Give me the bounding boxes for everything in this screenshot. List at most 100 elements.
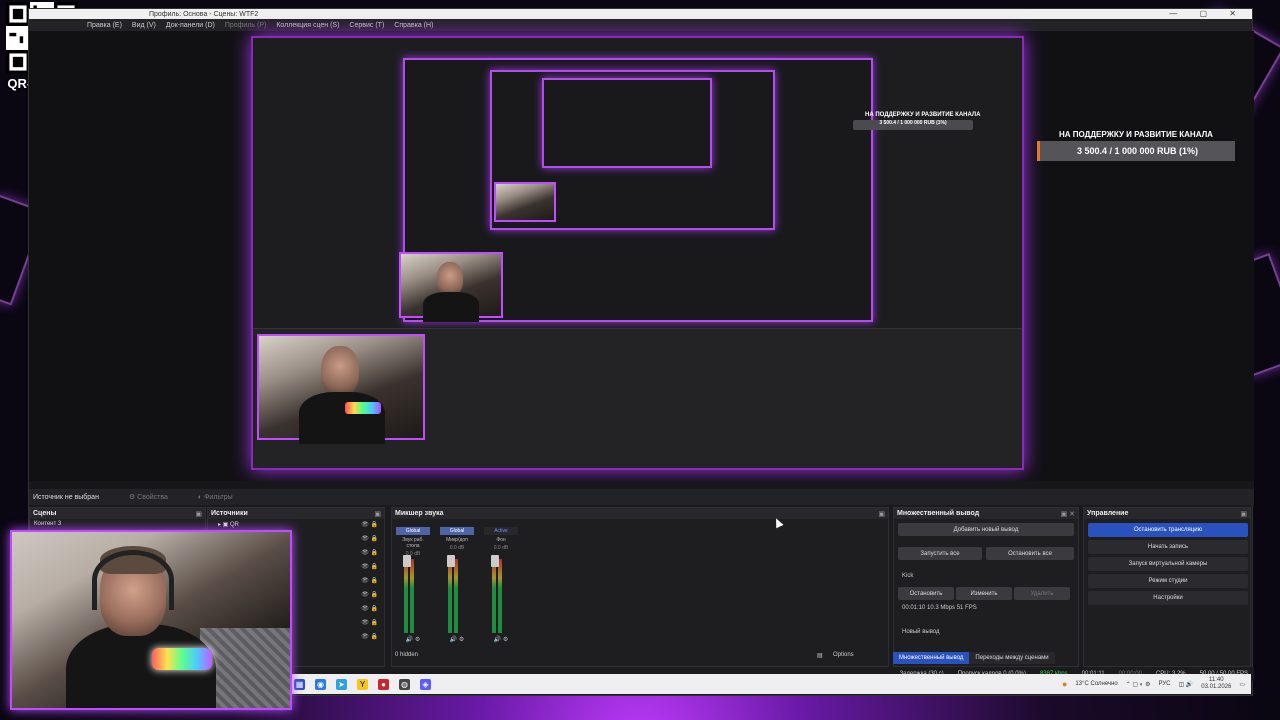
channel-db: 0.0 dB bbox=[405, 551, 421, 557]
menu-view[interactable]: Вид (V) bbox=[132, 22, 156, 29]
controls-title: Управление bbox=[1087, 510, 1129, 517]
hidden-count: 0 hidden bbox=[395, 652, 419, 658]
controls-dock: Управление ▣ Остановить трансляцию Начать… bbox=[1083, 507, 1251, 667]
edit-target-button[interactable]: Изменить bbox=[956, 587, 1012, 600]
preview-goal-progress: 3 500.4 / 1 000 000 RUB (1%) bbox=[1037, 141, 1235, 161]
nested-preview-inner bbox=[490, 70, 775, 230]
properties-button[interactable]: ⚙ Свойства bbox=[129, 493, 168, 501]
tray-sound-icon[interactable]: ◫ 🔊 bbox=[1178, 681, 1193, 688]
scenes-title: Сцены bbox=[33, 510, 57, 517]
new-output-label: Новый вывод bbox=[902, 629, 940, 635]
menu-edit[interactable]: Правка (E) bbox=[87, 22, 122, 29]
stop-all-button[interactable]: Остановить все bbox=[986, 547, 1074, 560]
nested-webcam-large bbox=[399, 252, 503, 322]
dock-settings-icon[interactable]: ▣ bbox=[1240, 510, 1247, 518]
app-icon[interactable]: ◉ bbox=[315, 678, 326, 690]
visibility-lock-icons[interactable]: 👁 🔒 bbox=[361, 619, 378, 626]
mixer-channel: Global Микр/доп 0.0 dB 🔊 ⚙ bbox=[440, 527, 474, 643]
scene-item[interactable]: Контент 3 bbox=[30, 519, 205, 529]
menu-profile[interactable]: Профиль (P) bbox=[225, 22, 267, 29]
browser-icon[interactable]: ● bbox=[378, 678, 389, 690]
sources-title: Источники bbox=[211, 510, 248, 517]
volume-fader[interactable] bbox=[447, 555, 455, 567]
visibility-lock-icons[interactable]: 👁 🔒 bbox=[361, 521, 378, 528]
weather[interactable]: 13°C Солнечно bbox=[1075, 681, 1117, 687]
visibility-lock-icons[interactable]: 👁 🔒 bbox=[361, 549, 378, 556]
no-source-label: Источник не выбран bbox=[33, 493, 99, 501]
start-all-button[interactable]: Запустить все bbox=[898, 547, 982, 560]
nested-goal-bar: 3 500.4 / 1 000 000 RUB (1%) bbox=[853, 120, 973, 130]
visibility-lock-icons[interactable]: 👁 🔒 bbox=[361, 563, 378, 570]
mute-icon[interactable]: 🔊 ⚙ bbox=[396, 636, 430, 643]
mute-icon[interactable]: 🔊 ⚙ bbox=[440, 636, 474, 643]
rgb-microphone bbox=[152, 648, 212, 670]
tab-multiple-output[interactable]: Множественный вывод bbox=[893, 652, 970, 664]
multi-output-tabs: Множественный вывод Переходы между сцена… bbox=[893, 652, 1055, 664]
dock-settings-icon[interactable]: ▣ bbox=[195, 510, 202, 518]
start-virtual-camera-button[interactable]: Запуск виртуальной камеры bbox=[1088, 557, 1248, 571]
mixer-footer: 0 hidden ▤ Options bbox=[381, 652, 881, 664]
visibility-lock-icons[interactable]: 👁 🔒 bbox=[361, 605, 378, 612]
filters-button[interactable]: ◐ Фильтры bbox=[198, 494, 233, 501]
multi-output-title: Множественный вывод bbox=[897, 510, 980, 517]
clock[interactable]: 11:40 03.01.2026 bbox=[1201, 677, 1231, 691]
tray-icons[interactable]: ⌃ ▢ ◐ ⚙ bbox=[1126, 681, 1151, 688]
visibility-lock-icons[interactable]: 👁 🔒 bbox=[361, 535, 378, 542]
title-bar: Профиль: Основа - Сцены: WTF2 — ▢ ✕ bbox=[29, 9, 1252, 19]
channel-name: Фон bbox=[496, 537, 506, 543]
menu-tools[interactable]: Сервис (T) bbox=[349, 22, 384, 29]
preview-canvas[interactable]: НА ПОДДЕРЖКУ И РАЗВИТИЕ КАНАЛА 3 500.4 /… bbox=[251, 36, 1024, 470]
nested-preview: НА ПОДДЕРЖКУ И РАЗВИТИЕ КАНАЛА 3 500.4 /… bbox=[399, 58, 980, 322]
channel-tag: Global bbox=[440, 527, 474, 535]
source-toolbar: Источник не выбран ⚙ Свойства ◐ Фильтры bbox=[29, 489, 1254, 505]
visibility-lock-icons[interactable]: 👁 🔒 bbox=[361, 591, 378, 598]
mixer-channel: Global Звук раб. стола 0.0 dB 🔊 ⚙ bbox=[396, 527, 430, 643]
volume-fader[interactable] bbox=[403, 555, 411, 567]
clock-date: 03.01.2026 bbox=[1201, 684, 1232, 690]
system-tray: ● 13°C Солнечно ⌃ ▢ ◐ ⚙ РУС ◫ 🔊 11:40 03… bbox=[1062, 677, 1251, 691]
volume-meter bbox=[492, 559, 496, 633]
audio-mixer-dock: Микшер звука ▣ Global Звук раб. стола 0.0… bbox=[391, 507, 889, 667]
visibility-lock-icons[interactable]: 👁 🔒 bbox=[361, 633, 378, 640]
source-item-label: QR bbox=[230, 522, 240, 528]
nested-preview-deep bbox=[542, 78, 712, 168]
settings-button[interactable]: Настройки bbox=[1088, 591, 1248, 605]
notification-icon[interactable]: ▭ bbox=[1239, 681, 1245, 688]
add-output-button[interactable]: Добавить новый вывод bbox=[898, 523, 1074, 536]
telegram-icon[interactable]: ➤ bbox=[336, 678, 347, 690]
window-controls[interactable]: — ▢ ✕ bbox=[1169, 9, 1246, 18]
webcam-overlay bbox=[10, 530, 292, 710]
menu-help[interactable]: Справка (H) bbox=[394, 22, 433, 29]
stop-streaming-button[interactable]: Остановить трансляцию bbox=[1088, 523, 1248, 537]
source-item[interactable]: ▸ ▣ QR bbox=[208, 519, 384, 530]
dock-settings-icon[interactable]: ▣ bbox=[374, 510, 381, 518]
menu-bar: Правка (E) Вид (V) Док-панели (D) Профил… bbox=[29, 19, 1252, 31]
mixer-options-button[interactable]: Options bbox=[833, 652, 854, 658]
window-title: Профиль: Основа - Сцены: WTF2 bbox=[149, 10, 259, 18]
close-icon[interactable]: ▣ ✕ bbox=[1061, 510, 1075, 518]
language[interactable]: РУС bbox=[1158, 681, 1170, 687]
taskbar: ▦ ◉ ➤ Y ● ◍ ◈ ● 13°C Солнечно ⌃ ▢ ◐ ⚙ РУ… bbox=[290, 674, 1251, 694]
volume-meter bbox=[410, 559, 414, 633]
preview-goal-title: НА ПОДДЕРЖКУ И РАЗВИТИЕ КАНАЛА bbox=[1059, 130, 1213, 139]
obs-icon[interactable]: ◍ bbox=[399, 678, 410, 690]
menu-docks[interactable]: Док-панели (D) bbox=[166, 22, 215, 29]
yandex-icon[interactable]: Y bbox=[357, 678, 368, 690]
target-name: Kick bbox=[902, 573, 914, 579]
tab-scene-transitions[interactable]: Переходы между сценами bbox=[969, 652, 1055, 664]
menu-scene-collection[interactable]: Коллекция сцен (S) bbox=[276, 22, 339, 29]
start-recording-button[interactable]: Начать запись bbox=[1088, 540, 1248, 554]
stop-target-button[interactable]: Остановить bbox=[898, 587, 954, 600]
target-stats: 00:01:10 10.3 Mbps 51 FPS bbox=[902, 605, 977, 611]
app2-icon[interactable]: ◈ bbox=[420, 678, 431, 690]
channel-tag: Active bbox=[484, 527, 518, 535]
dock-settings-icon[interactable]: ▣ bbox=[878, 510, 885, 518]
mute-icon[interactable]: 🔊 ⚙ bbox=[484, 636, 518, 643]
volume-fader[interactable] bbox=[491, 555, 499, 567]
delete-target-button[interactable]: Удалить bbox=[1014, 587, 1070, 600]
start-icon[interactable]: ▦ bbox=[294, 678, 305, 690]
visibility-lock-icons[interactable]: 👁 🔒 bbox=[361, 577, 378, 584]
mixer-layout-icon[interactable]: ▤ bbox=[817, 652, 823, 659]
studio-mode-button[interactable]: Режим студии bbox=[1088, 574, 1248, 588]
nested-webcam bbox=[494, 182, 556, 222]
